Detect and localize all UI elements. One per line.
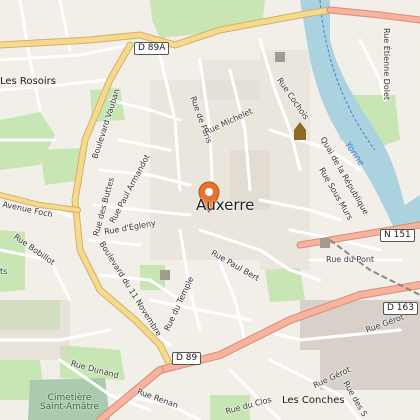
- map-view[interactable]: Les Rosoirs Auxerre Les Conches Cimetièr…: [0, 0, 420, 420]
- road-shield-d89: D 89: [172, 352, 202, 365]
- building-icon: [160, 270, 170, 280]
- street-label: Rue du Pont: [326, 255, 375, 264]
- cemetery-label: Cimetière Saint-Amâtre: [40, 394, 99, 412]
- street-label: Rue Étienne Dolet: [382, 27, 392, 101]
- road-shield-d89a: D 89A: [134, 42, 170, 55]
- building-icon: [320, 238, 330, 248]
- building-icon: [275, 52, 285, 62]
- place-label-les-conches: Les Conches: [282, 395, 345, 406]
- street-label: ts: [0, 267, 8, 276]
- place-label-auxerre: Auxerre: [196, 196, 255, 214]
- cemetery-label-line2: Saint-Amâtre: [40, 402, 100, 412]
- road-shield-n151: N 151: [380, 229, 415, 242]
- place-label-les-rosoirs: Les Rosoirs: [0, 76, 56, 87]
